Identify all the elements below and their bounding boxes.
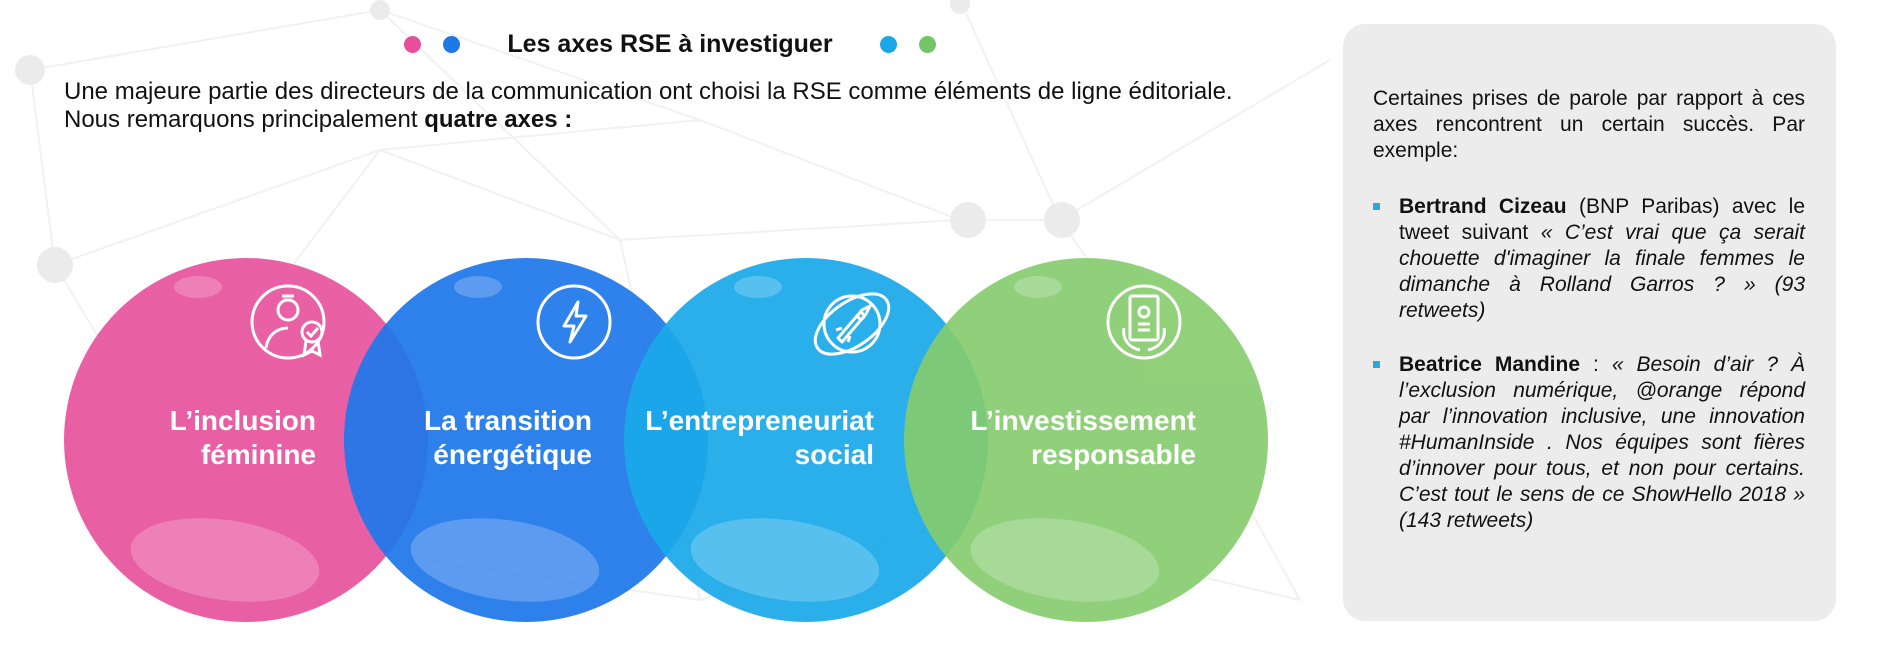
money-icon <box>1104 282 1184 362</box>
quote-author: Beatrice Mandine <box>1399 353 1581 376</box>
examples-panel: Certaines prises de parole par rapport à… <box>1343 24 1836 621</box>
quote-item-bertrand: Bertrand Cizeau (BNP Paribas) avec le tw… <box>1373 194 1805 324</box>
axis-label-line1: La transition <box>423 405 592 436</box>
axis-label-entrepreneuriat: L’entrepreneuriat social <box>634 404 874 472</box>
quote-context: : <box>1580 353 1612 376</box>
lightning-icon <box>534 282 614 362</box>
circle-reflection <box>125 507 325 613</box>
circle-reflection <box>685 507 885 613</box>
circle-highlight <box>174 276 222 298</box>
quote-text: Bertrand Cizeau (BNP Paribas) avec le tw… <box>1399 194 1805 324</box>
axis-label-transition: La transition énergétique <box>352 404 592 472</box>
woman-award-icon <box>250 282 330 362</box>
axis-label-line2: féminine <box>200 439 316 470</box>
panel-intro-text: Certaines prises de parole par rapport à… <box>1373 87 1805 162</box>
axis-label-line2: énergétique <box>433 439 592 470</box>
circle-reflection <box>965 507 1165 613</box>
circle-highlight <box>454 276 502 298</box>
axes-diagram: L’inclusion féminine La transition énerg… <box>0 0 1300 658</box>
rocket-icon <box>812 282 892 362</box>
axis-label-line2: responsable <box>1031 439 1196 470</box>
axis-label-line2: social <box>794 439 874 470</box>
quote-item-beatrice: Beatrice Mandine : « Besoin d’air ? À l’… <box>1373 352 1805 534</box>
bullet-icon <box>1373 203 1380 210</box>
quote-author: Bertrand Cizeau <box>1399 195 1567 218</box>
bullet-icon <box>1373 361 1380 368</box>
circle-highlight <box>1014 276 1062 298</box>
quote-text: Beatrice Mandine : « Besoin d’air ? À l’… <box>1399 352 1805 534</box>
axis-label-line1: L’entrepreneuriat <box>645 405 874 436</box>
axis-label-line1: L’investissement <box>970 405 1196 436</box>
axis-label-inclusion: L’inclusion féminine <box>76 404 316 472</box>
quote-content: « Besoin d’air ? À l’exclusion numérique… <box>1399 353 1805 532</box>
circle-reflection <box>405 507 605 613</box>
axis-label-line1: L’inclusion <box>169 405 316 436</box>
circle-highlight <box>734 276 782 298</box>
axis-label-investissement: L’investissement responsable <box>956 404 1196 472</box>
